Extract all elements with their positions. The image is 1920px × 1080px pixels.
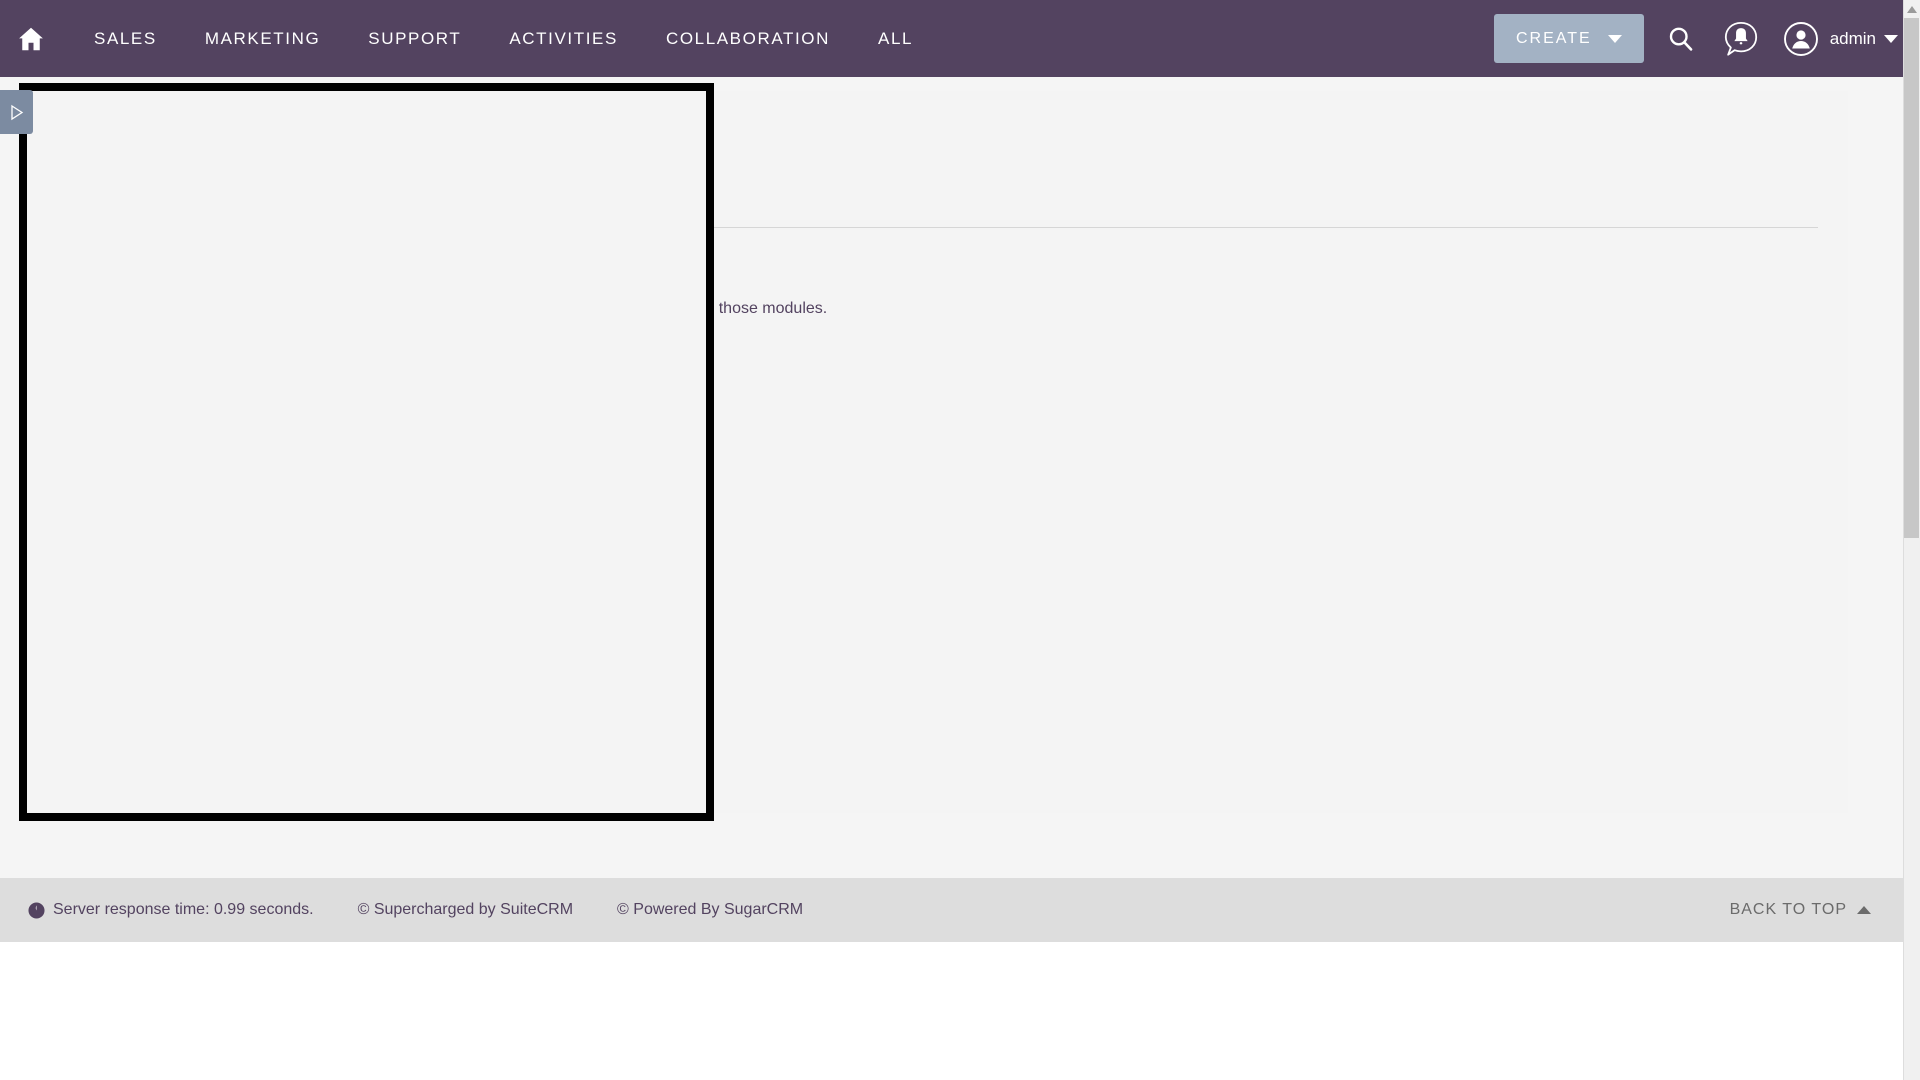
page-footer: Server response time: 0.99 seconds. © Su…	[0, 878, 1903, 942]
create-button[interactable]: CREATE	[1493, 14, 1644, 63]
nav-link-marketing[interactable]: MARKETING	[181, 0, 344, 77]
server-response-time: Server response time: 0.99 seconds.	[28, 901, 314, 919]
footer-left-group: Server response time: 0.99 seconds. © Su…	[0, 901, 803, 919]
page-scrollbar-thumb[interactable]	[1904, 18, 1919, 538]
user-menu[interactable]: admin	[1830, 29, 1898, 49]
user-avatar-icon[interactable]	[1778, 16, 1824, 62]
top-navigation-bar: SALES MARKETING SUPPORT ACTIVITIES COLLA…	[0, 0, 1920, 77]
nav-link-all[interactable]: ALL	[854, 0, 937, 77]
search-icon[interactable]	[1658, 16, 1704, 62]
sugarcrm-credit: © Powered By SugarCRM	[617, 901, 804, 918]
main-nav-links: SALES MARKETING SUPPORT ACTIVITIES COLLA…	[70, 0, 937, 77]
suitecrm-credit: © Supercharged by SuiteCRM	[357, 901, 574, 918]
chevron-down-icon	[1607, 34, 1622, 43]
page-scrollbar[interactable]	[1903, 0, 1920, 1080]
expand-sidebar-triangle-icon[interactable]	[0, 90, 33, 134]
focus-highlight-frame	[19, 83, 714, 821]
nav-link-collaboration[interactable]: COLLABORATION	[642, 0, 854, 77]
nav-link-support[interactable]: SUPPORT	[344, 0, 485, 77]
nav-link-activities[interactable]: ACTIVITIES	[485, 0, 642, 77]
back-to-top-label: BACK TO TOP	[1729, 901, 1847, 918]
chevron-up-icon	[1857, 906, 1871, 914]
chevron-down-icon	[1884, 34, 1898, 43]
topnav-right-cluster: CREATE admin	[1493, 0, 1920, 77]
home-icon[interactable]	[14, 22, 48, 56]
clock-icon	[28, 901, 45, 919]
create-button-label: CREATE	[1515, 29, 1592, 47]
page-bottom-whitespace	[0, 942, 1903, 1080]
server-response-time-label: Server response time: 0.99 seconds.	[53, 901, 314, 918]
back-to-top-button[interactable]: BACK TO TOP	[1730, 901, 1903, 919]
username-label: admin	[1829, 28, 1876, 48]
nav-link-sales[interactable]: SALES	[70, 0, 181, 77]
notification-bell-icon[interactable]	[1718, 16, 1764, 62]
